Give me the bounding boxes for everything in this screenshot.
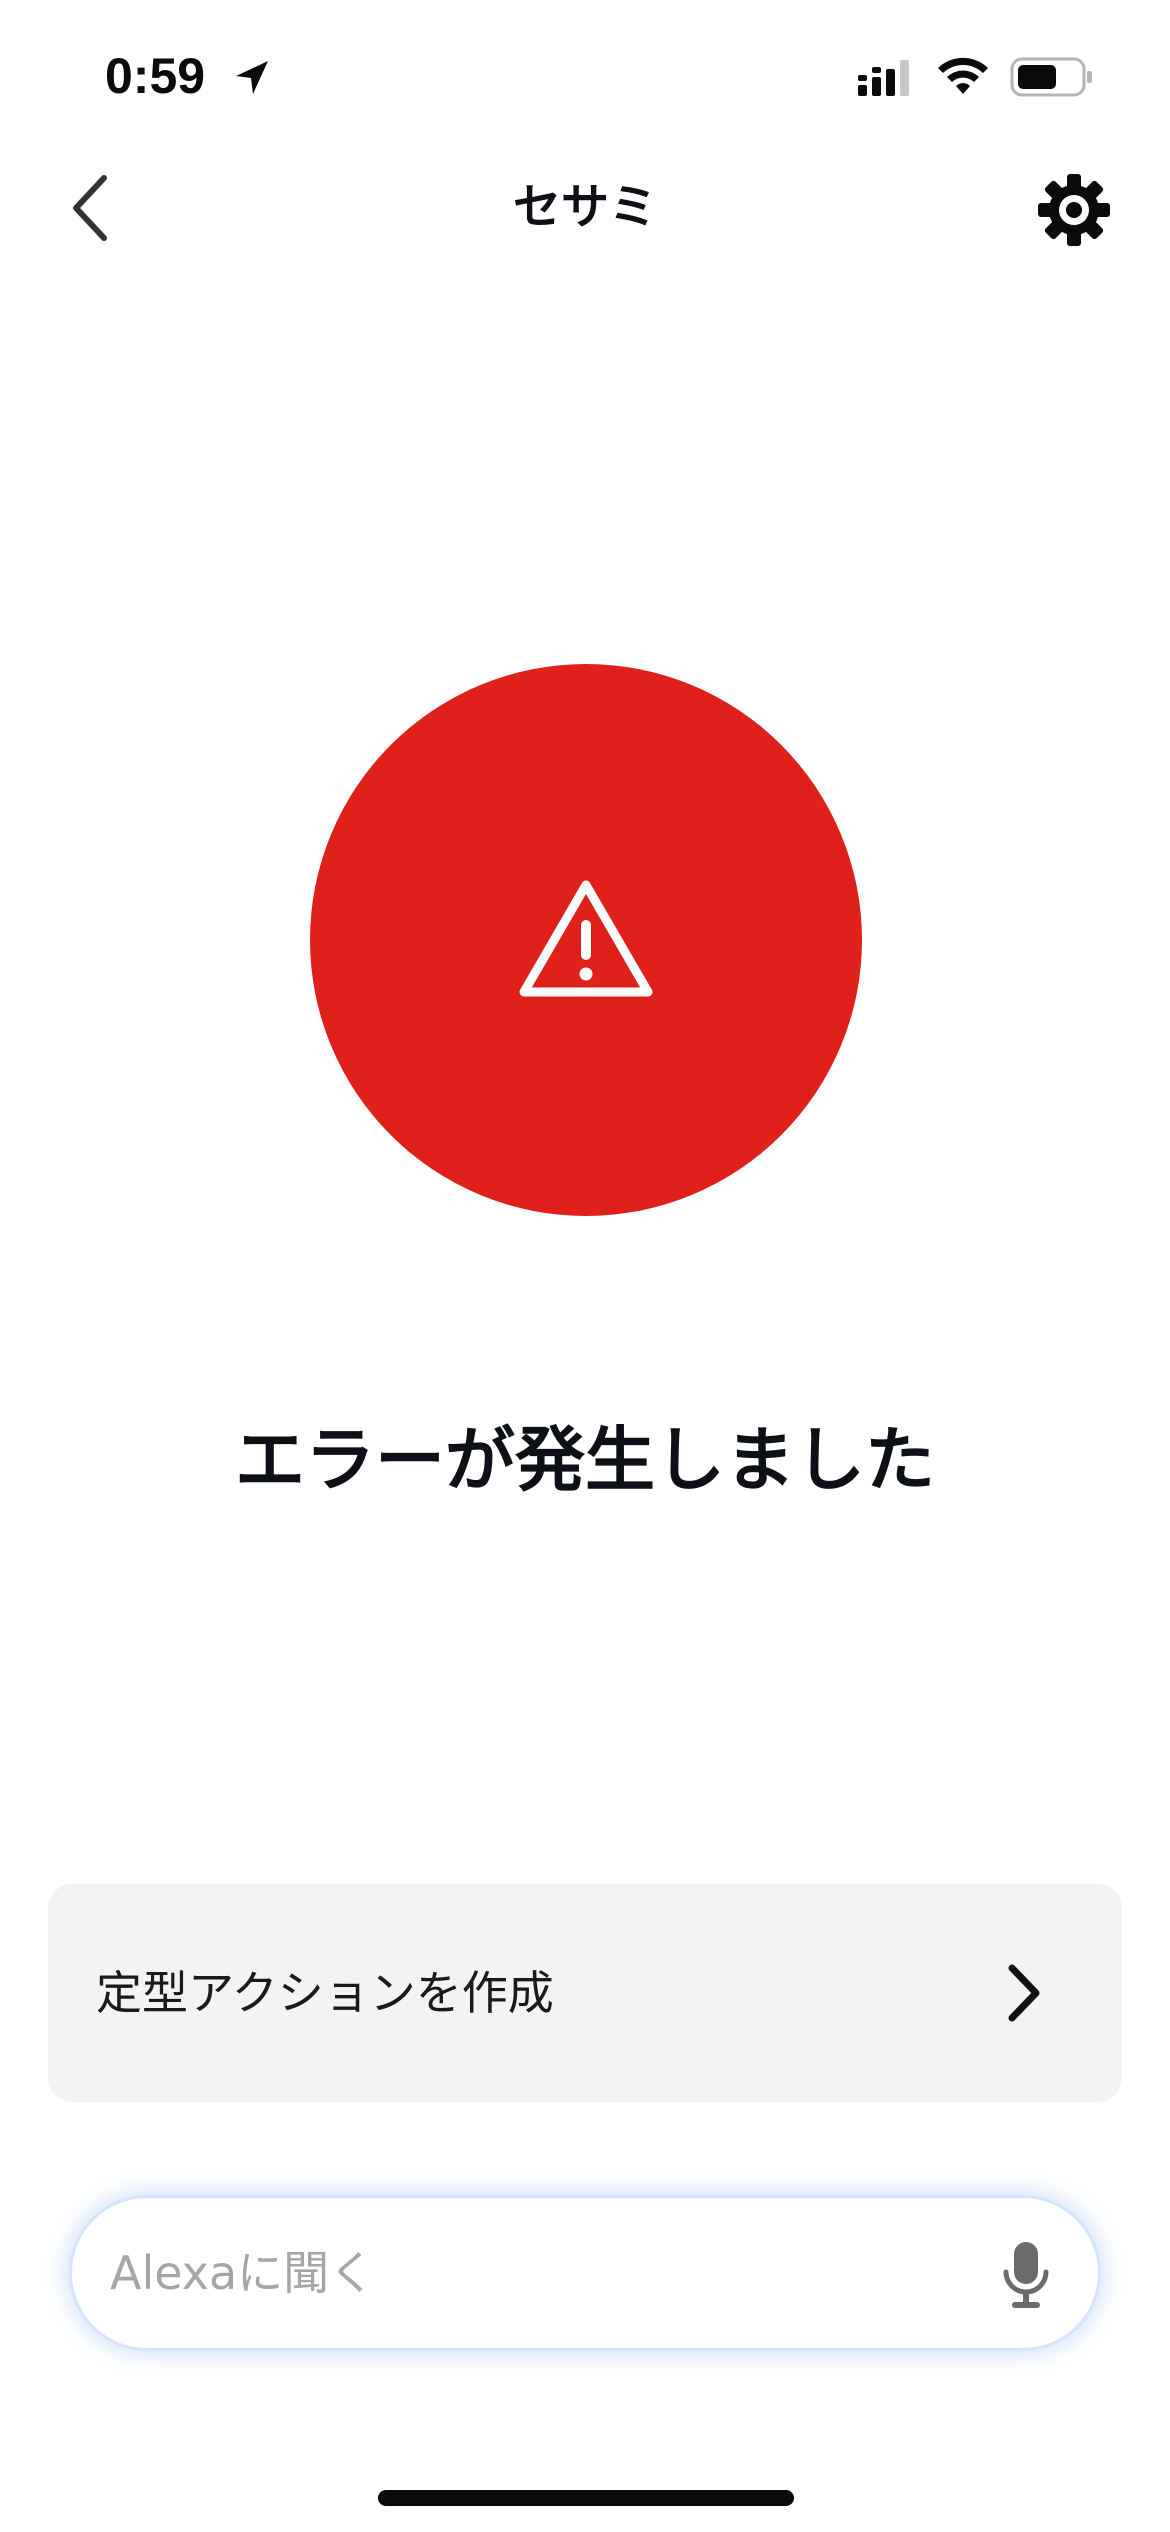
wifi-icon <box>938 57 988 94</box>
create-routine-button[interactable]: 定型アクションを作成 <box>48 1884 1122 2102</box>
cellular-signal-icon <box>858 60 909 96</box>
error-message: エラーが発生しました <box>235 1419 935 1501</box>
create-routine-label: 定型アクションを作成 <box>96 1966 554 2020</box>
status-time: 0:59 <box>105 48 206 104</box>
location-arrow-icon <box>236 61 268 94</box>
device-screen: 0:59 セサミ エラーが発生しました 定型アクションを作成 Alexaに聞く <box>0 0 1170 2532</box>
warning-triangle-icon <box>519 880 653 997</box>
settings-button[interactable] <box>1036 172 1112 248</box>
page-title: セサミ <box>512 179 657 235</box>
alexa-input-placeholder: Alexaに聞く <box>110 2246 376 2300</box>
battery-icon <box>1010 57 1092 97</box>
alexa-input[interactable]: Alexaに聞く <box>72 2198 1098 2348</box>
microphone-icon[interactable] <box>1002 2240 1050 2310</box>
home-indicator[interactable] <box>378 2490 794 2506</box>
chevron-right-icon <box>1008 1964 1040 2022</box>
